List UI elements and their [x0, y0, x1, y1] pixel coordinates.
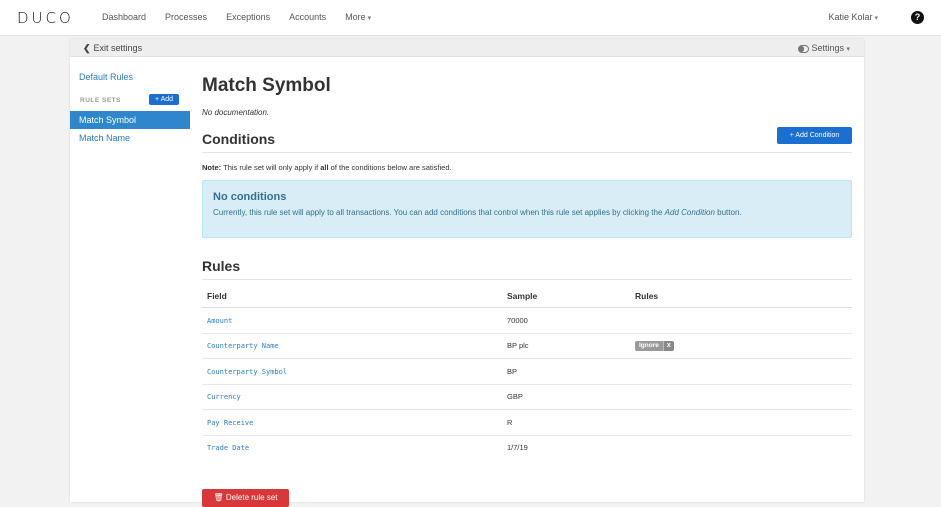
rule-sets-label: RULE SETS — [80, 97, 121, 104]
table-row: Currency GBP — [202, 384, 852, 410]
alert-emphasis: Add Condition — [664, 208, 715, 217]
rules-table: Field Sample Rules Amount 70000 Counterp… — [202, 285, 852, 460]
duco-logo[interactable]: DUCO — [17, 9, 74, 27]
field-link[interactable]: Counterparty Name — [207, 342, 279, 350]
settings-dropdown[interactable]: Settings — [798, 43, 850, 53]
delete-rule-set-label: Delete rule set — [225, 493, 278, 502]
main-nav: Dashboard Processes Exceptions Accounts … — [102, 12, 390, 22]
alert-text-2: button. — [714, 208, 742, 217]
ignore-tag-label: Ignore — [635, 341, 663, 352]
sample-cell: 1/7/19 — [507, 443, 528, 453]
rules-cell: Ignore x — [630, 333, 852, 359]
note-text-2: of the conditions below are satisfied. — [328, 163, 452, 172]
field-link[interactable]: Currency — [207, 393, 241, 401]
exit-settings-label: Exit settings — [93, 43, 143, 53]
table-row: Counterparty Name BP plc Ignore x — [202, 333, 852, 359]
conditions-heading: Conditions — [202, 131, 276, 147]
add-rule-set-button[interactable]: + Add — [149, 94, 179, 105]
trash-icon: 🗑 — [213, 493, 224, 502]
note-label: Note: — [202, 163, 222, 172]
top-navbar: DUCO Dashboard Processes Exceptions Acco… — [0, 0, 941, 36]
table-header-row: Field Sample Rules — [202, 285, 852, 308]
conditions-note: Note: This rule set will only apply if a… — [202, 163, 452, 172]
exit-settings-link[interactable]: ❮ Exit settings — [83, 43, 142, 54]
note-bold: all — [320, 163, 329, 172]
alert-body: Currently, this rule set will apply to a… — [213, 207, 833, 219]
documentation-text: No documentation. — [202, 108, 270, 117]
table-row: Trade Date 1/7/19 — [202, 435, 852, 460]
rules-cell — [630, 307, 852, 334]
chevron-left-icon: ❮ — [83, 43, 91, 53]
field-link[interactable]: Amount — [207, 317, 232, 325]
ignore-rule-tag: Ignore x — [635, 341, 674, 352]
divider — [202, 279, 852, 280]
settings-panel: ❮Exit settings Settings Default Rules RU… — [70, 39, 864, 507]
remove-rule-icon[interactable]: x — [662, 341, 674, 352]
nav-exceptions[interactable]: Exceptions — [226, 12, 270, 22]
no-conditions-alert: No conditions Currently, this rule set w… — [202, 180, 852, 238]
sidebar-item-match-symbol[interactable]: Match Symbol — [70, 111, 190, 129]
table-row: Pay Receive R — [202, 409, 852, 436]
sample-cell: BP — [502, 358, 630, 385]
table-row: Counterparty Symbol BP — [202, 358, 852, 385]
rules-sidebar: Default Rules RULE SETS + Add Match Symb… — [70, 57, 190, 147]
help-icon[interactable]: ? — [911, 11, 924, 24]
field-link[interactable]: Counterparty Symbol — [207, 368, 287, 376]
nav-accounts[interactable]: Accounts — [289, 12, 326, 22]
column-header-rules: Rules — [630, 285, 852, 308]
sample-cell: GBP — [502, 384, 630, 410]
add-condition-button[interactable]: + Add Condition — [777, 127, 852, 144]
sidebar-item-match-name[interactable]: Match Name — [70, 129, 190, 147]
table-row: Amount 70000 — [202, 307, 852, 334]
delete-rule-set-button[interactable]: 🗑 Delete rule set — [202, 489, 289, 507]
toggle-icon — [798, 44, 810, 53]
divider — [202, 152, 852, 153]
user-menu-dropdown[interactable]: Katie Kolar — [829, 12, 879, 22]
alert-heading: No conditions — [213, 191, 287, 203]
note-text-1: This rule set will only apply if — [221, 163, 321, 172]
rules-cell — [630, 358, 852, 385]
field-link[interactable]: Pay Receive — [207, 419, 253, 427]
field-link[interactable]: Trade Date — [207, 444, 249, 452]
sample-cell: R — [502, 409, 630, 436]
page-title: Match Symbol — [202, 75, 331, 96]
settings-bar: ❮ Exit settings Settings — [70, 39, 864, 57]
rule-sets-header: RULE SETS + Add — [70, 93, 190, 111]
alert-text-1: Currently, this rule set will apply to a… — [213, 208, 665, 217]
nav-processes[interactable]: Processes — [165, 12, 207, 22]
column-header-field: Field — [202, 285, 502, 308]
nav-dashboard[interactable]: Dashboard — [102, 12, 146, 22]
sidebar-default-rules[interactable]: Default Rules — [70, 68, 190, 86]
sample-cell: BP plc — [502, 333, 630, 359]
rules-cell — [630, 409, 852, 436]
nav-more-dropdown[interactable]: More — [345, 12, 371, 22]
column-header-sample: Sample — [502, 285, 630, 308]
settings-label: Settings — [811, 43, 844, 53]
rules-cell — [630, 435, 852, 460]
sample-cell: 70000 — [502, 307, 630, 334]
rules-heading: Rules — [202, 258, 241, 274]
rules-cell — [630, 384, 852, 410]
